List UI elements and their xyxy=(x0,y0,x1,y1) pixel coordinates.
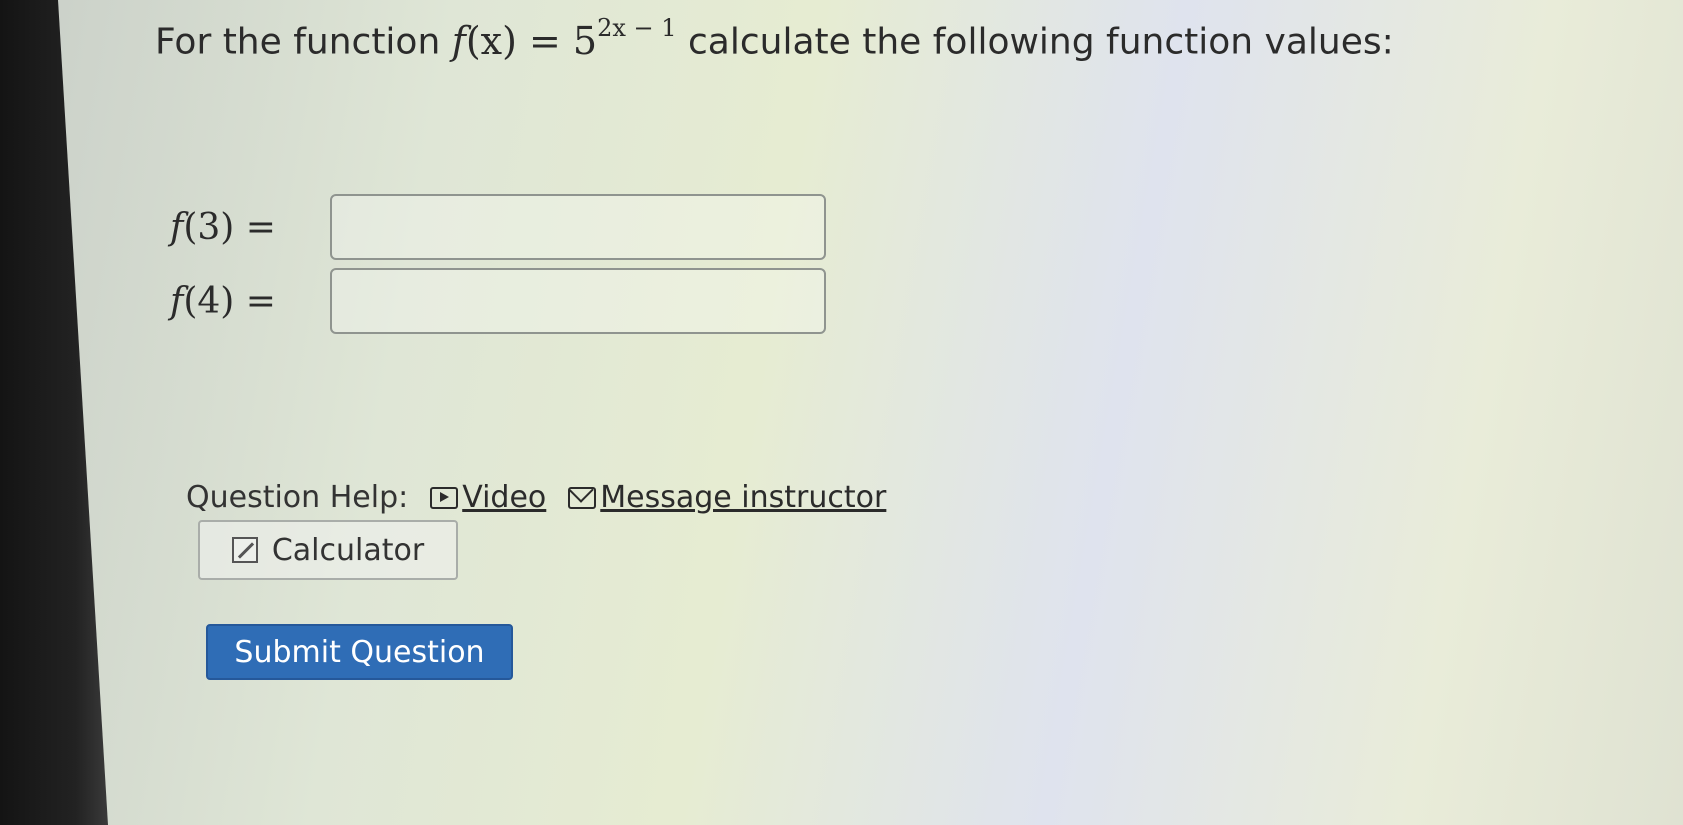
function-exponent: 2x − 1 xyxy=(597,14,677,42)
function-definition: f(x) = 52x − 1 xyxy=(451,14,677,63)
video-link-label: Video xyxy=(462,480,547,515)
message-instructor-label: Message instructor xyxy=(600,480,887,515)
video-icon xyxy=(430,486,459,509)
question-help: Question Help: Video Message instructor xyxy=(186,480,886,515)
answer-row-f4: f(4) = xyxy=(170,266,826,336)
calculator-icon xyxy=(231,537,258,563)
message-instructor-link[interactable]: Message instructor xyxy=(568,480,886,515)
question-prefix: For the function xyxy=(155,21,441,63)
video-link[interactable]: Video xyxy=(430,480,546,515)
function-body: (x) = 5 xyxy=(465,18,598,63)
answer-row-f3: f(3) = xyxy=(170,192,826,262)
calculator-label: Calculator xyxy=(271,532,425,568)
answer-input-f4[interactable] xyxy=(330,268,826,334)
question-text: For the function f(x) = 52x − 1 calculat… xyxy=(155,14,1394,63)
question-help-label: Question Help: xyxy=(186,480,409,515)
answer-label-f3: f(3) = xyxy=(170,206,276,248)
question-page: For the function f(x) = 52x − 1 calculat… xyxy=(0,0,1683,825)
function-name: f xyxy=(451,18,466,63)
question-suffix: calculate the following function values: xyxy=(687,21,1394,63)
answer-label-f4: f(4) = xyxy=(170,280,276,322)
answer-input-f3[interactable] xyxy=(330,194,826,260)
mail-icon xyxy=(568,486,597,509)
calculator-button[interactable]: Calculator xyxy=(198,520,458,580)
submit-question-button[interactable]: Submit Question xyxy=(206,624,513,680)
